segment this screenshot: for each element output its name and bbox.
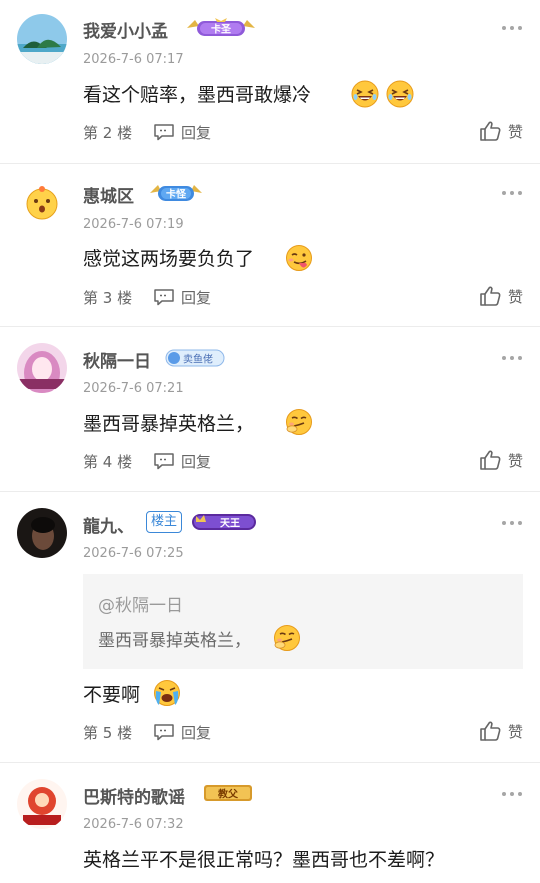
level-badge: 卡怪 (148, 182, 204, 204)
like-button[interactable]: 赞 (478, 719, 523, 743)
username[interactable]: 我爱小小孟 (83, 17, 168, 42)
reply-label: 回复 (181, 288, 212, 307)
post-time: 2026-7-6 07:25 (83, 546, 184, 561)
svg-text:天王: 天王 (220, 518, 240, 530)
post-time: 2026-7-6 07:17 (83, 52, 184, 67)
post-time: 2026-7-6 07:32 (83, 817, 184, 832)
reply-icon (153, 123, 175, 141)
comment-text: 英格兰平不是很正常吗？墨西哥也不差啊？ (83, 849, 445, 871)
laugh-emoji-icon (385, 79, 415, 109)
thumbs-up-icon (478, 284, 502, 308)
reply-label: 回复 (181, 452, 212, 471)
level-badge: 卖鱼佬 (164, 347, 226, 369)
thumbs-up-icon (478, 719, 502, 743)
like-button[interactable]: 赞 (478, 284, 523, 308)
like-label: 赞 (508, 722, 524, 741)
quoted-username[interactable]: @秋隔一日 (98, 591, 183, 616)
level-badge: 教父 (203, 782, 253, 804)
floor-number: 第 3 楼 (83, 289, 133, 307)
cry-emoji-icon (152, 678, 182, 708)
svg-text:教父: 教父 (217, 788, 239, 801)
level-badge: 卡圣 (185, 17, 257, 39)
level-badge: 天王 (190, 511, 258, 533)
comment-item: 巴斯特的歌谣 教父 2026-7-6 07:32 英格兰平不是很正常吗？墨西哥也… (0, 762, 540, 883)
like-label: 赞 (508, 122, 524, 141)
comment-text: 感觉这两场要负负了 (83, 248, 255, 270)
like-label: 赞 (508, 451, 524, 470)
reply-label: 回复 (181, 123, 212, 142)
thumbs-up-icon (478, 119, 502, 143)
owner-tag: 楼主 (146, 511, 183, 533)
reply-icon (153, 723, 175, 741)
username[interactable]: 巴斯特的歌谣 (83, 783, 185, 808)
comment-item: 我爱小小孟 卡圣 2026-7-6 07:17 看这个赔率，墨西哥敢爆冷 第 2… (0, 0, 540, 164)
comment-text: 不要啊 (83, 684, 141, 706)
comment-item: 龍九、 楼主 天王 2026-7-6 07:25 @秋隔一日 墨西哥暴掉英格兰，… (0, 491, 540, 763)
like-button[interactable]: 赞 (478, 448, 523, 472)
avatar[interactable] (17, 14, 67, 64)
comment-item: 秋隔一日 卖鱼佬 2026-7-6 07:21 墨西哥暴掉英格兰， 第 4 楼 … (0, 326, 540, 492)
more-dots-icon[interactable] (502, 792, 522, 798)
username[interactable]: 龍九、 (83, 512, 134, 537)
laugh-emoji-icon (350, 79, 380, 109)
more-dots-icon[interactable] (502, 191, 522, 197)
avatar[interactable] (17, 343, 67, 393)
reply-button[interactable]: 回复 (153, 122, 211, 142)
avatar[interactable] (17, 779, 67, 829)
thumbs-up-icon (478, 448, 502, 472)
svg-text:卡怪: 卡怪 (166, 188, 187, 201)
like-label: 赞 (508, 287, 524, 306)
username[interactable]: 秋隔一日 (83, 347, 151, 372)
floor-number: 第 4 楼 (83, 453, 133, 471)
smirk-emoji-icon (284, 407, 314, 437)
quoted-text: 墨西哥暴掉英格兰， (98, 631, 251, 651)
comment-item: 惠城区 卡怪 2026-7-6 07:19 感觉这两场要负负了 第 3 楼 回复… (0, 163, 540, 327)
reply-icon (153, 288, 175, 306)
like-button[interactable]: 赞 (478, 119, 523, 143)
reply-button[interactable]: 回复 (153, 287, 211, 307)
reply-label: 回复 (181, 723, 212, 742)
post-time: 2026-7-6 07:19 (83, 217, 184, 232)
more-dots-icon[interactable] (502, 521, 522, 527)
comment-text: 墨西哥暴掉英格兰， (83, 413, 255, 435)
more-dots-icon[interactable] (502, 26, 522, 32)
smirk-emoji-icon (272, 623, 302, 653)
post-time: 2026-7-6 07:21 (83, 381, 184, 396)
svg-text:卡圣: 卡圣 (211, 23, 232, 36)
floor-number: 第 2 楼 (83, 124, 133, 142)
more-dots-icon[interactable] (502, 356, 522, 362)
reply-button[interactable]: 回复 (153, 722, 211, 742)
avatar[interactable] (17, 177, 67, 227)
avatar[interactable] (17, 508, 67, 558)
username[interactable]: 惠城区 (83, 182, 134, 207)
svg-text:卖鱼佬: 卖鱼佬 (183, 353, 213, 366)
floor-number: 第 5 楼 (83, 724, 133, 742)
quoted-comment[interactable]: @秋隔一日 墨西哥暴掉英格兰， (83, 574, 523, 669)
tongue-emoji-icon (284, 243, 314, 273)
comment-text: 看这个赔率，墨西哥敢爆冷 (83, 84, 312, 106)
reply-button[interactable]: 回复 (153, 451, 211, 471)
reply-icon (153, 452, 175, 470)
